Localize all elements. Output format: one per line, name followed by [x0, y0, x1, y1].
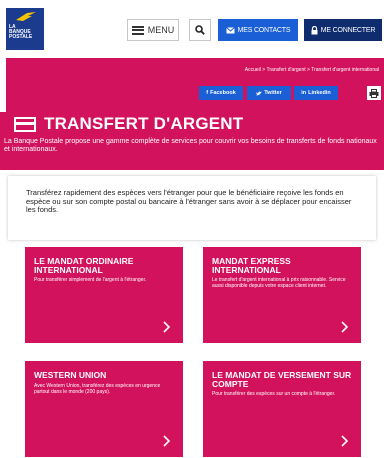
lock-icon [311, 25, 318, 34]
page-intro: La Banque Postale propose une gamme comp… [4, 138, 377, 153]
tile-title: MANDAT EXPRESS INTERNATIONAL [212, 256, 291, 275]
tile-description: Pour transférer simplement de l'argent à… [34, 277, 147, 283]
facebook-icon: f [206, 90, 209, 96]
tile-western-union[interactable]: WESTERN UNION Avec Western Union, transf… [25, 361, 183, 457]
tile-mandat-express[interactable]: MANDAT EXPRESS INTERNATIONAL Le transfer… [203, 247, 361, 343]
twitter-label: Twitter [264, 90, 282, 96]
la-banque-postale-logo[interactable]: LA BANQUE POSTALE [6, 8, 44, 50]
chevron-right-icon [341, 435, 349, 447]
tile-mandat-versement[interactable]: LE MANDAT DE VERSEMENT SUR COMPTE Pour t… [203, 361, 361, 457]
envelope-icon [225, 26, 235, 33]
facebook-label: Facebook [210, 90, 236, 96]
login-label: ME CONNECTER [320, 26, 376, 34]
chevron-right-icon [341, 321, 349, 333]
printer-icon [369, 88, 379, 98]
breadcrumb[interactable]: Accueil > Transfert d'argent > Transfert… [245, 67, 379, 73]
chevron-right-icon [163, 321, 171, 333]
my-contacts-button[interactable]: MES CONTACTS [218, 19, 298, 41]
menu-label: MENU [147, 25, 175, 35]
tile-title: LE MANDAT DE VERSEMENT SUR COMPTE [212, 370, 352, 389]
search-button[interactable] [189, 19, 211, 41]
tile-description: Avec Western Union, transférez des espèc… [34, 382, 161, 395]
bird-logo-icon [16, 12, 36, 21]
credit-card-icon [14, 116, 36, 132]
facebook-share-button[interactable]: f Facebook [199, 86, 243, 100]
tile-title: LE MANDAT ORDINAIRE INTERNATIONAL [34, 256, 134, 275]
tile-title: WESTERN UNION [34, 370, 107, 380]
description-text: Transférez rapidement des espèces vers l… [26, 188, 352, 214]
my-contacts-label: MES CONTACTS [237, 26, 291, 34]
tile-description: Le transfert d'argent international à pr… [212, 277, 346, 289]
linkedin-share-button[interactable]: in Linkedin [294, 86, 338, 100]
site-header: LA BANQUE POSTALE MENU MES CONTACTS ME C… [0, 0, 384, 58]
logo-line-3: POSTALE [9, 34, 33, 40]
description-box: Transférez rapidement des espèces vers l… [8, 176, 376, 240]
linkedin-icon: in [301, 90, 307, 96]
hamburger-icon [131, 25, 144, 35]
search-icon [195, 25, 205, 35]
chevron-right-icon [163, 435, 171, 447]
linkedin-label: Linkedin [308, 90, 331, 96]
tile-description: Pour transférer des espèces sur un compt… [212, 391, 336, 397]
menu-button[interactable]: MENU [127, 19, 179, 41]
page-title: TRANSFERT D'ARGENT [44, 114, 244, 133]
login-button[interactable]: ME CONNECTER [304, 19, 382, 41]
tile-mandat-ordinaire[interactable]: LE MANDAT ORDINAIRE INTERNATIONAL Pour t… [25, 247, 183, 343]
twitter-icon [256, 91, 263, 95]
print-button[interactable] [367, 86, 381, 100]
twitter-share-button[interactable]: Twitter [247, 86, 291, 100]
page-title-row: TRANSFERT D'ARGENT [14, 114, 243, 134]
